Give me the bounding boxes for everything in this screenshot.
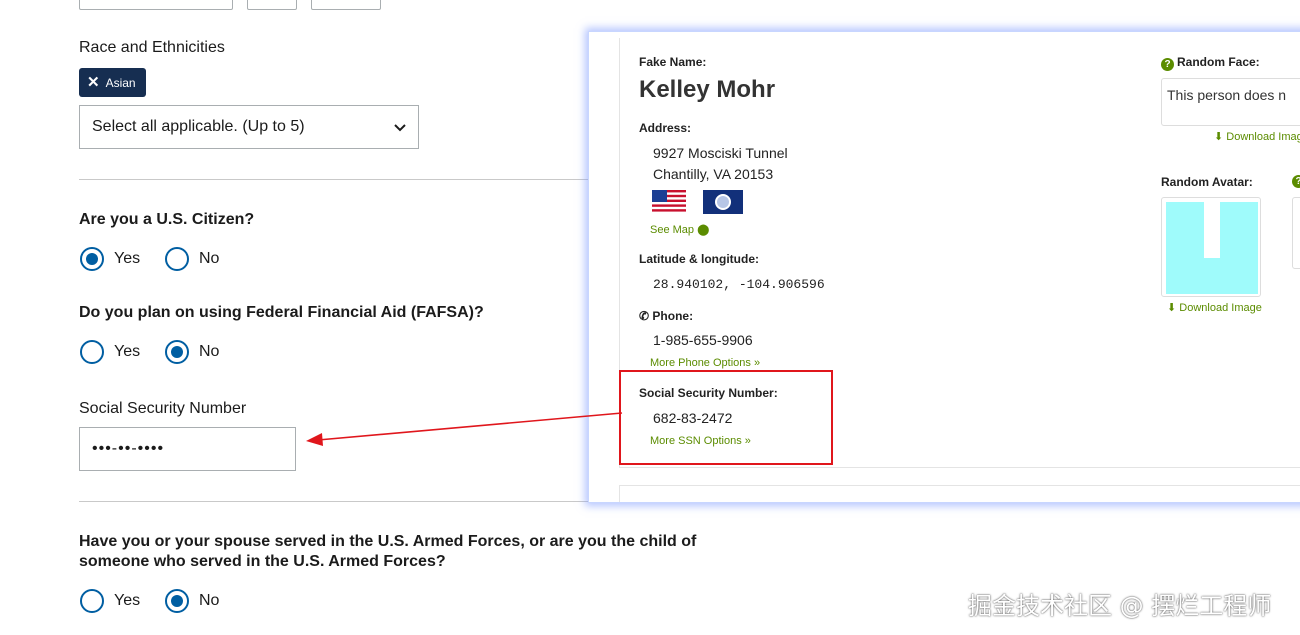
- armed-forces-question: Have you or your spouse served in the U.…: [79, 533, 697, 570]
- select-value: Select all applicable. (Up to 5): [92, 118, 305, 135]
- radio-circle: [80, 340, 104, 364]
- citizen-yes-radio[interactable]: Yes: [80, 247, 140, 271]
- armed-no-radio[interactable]: No: [165, 589, 219, 613]
- fafsa-yes-radio[interactable]: Yes: [80, 340, 140, 364]
- ssn-input[interactable]: •••-••-••••: [79, 427, 296, 471]
- panel-ssn-label: Social Security Number:: [639, 386, 778, 400]
- second-avatar-image: [1292, 197, 1300, 269]
- random-avatar-label: Random Avatar:: [1161, 175, 1253, 189]
- top-input-2[interactable]: [247, 0, 297, 10]
- help-icon[interactable]: ?: [1292, 175, 1300, 188]
- fafsa-question: Do you plan on using Federal Financial A…: [79, 304, 484, 321]
- phone-value: 1-985-655-9906: [653, 332, 753, 348]
- download-avatar-link[interactable]: ⬇ Download Image: [1167, 301, 1262, 314]
- avatar-notch: [1204, 202, 1220, 258]
- phone-icon: ✆: [639, 309, 650, 323]
- radio-circle: [165, 247, 189, 271]
- remove-chip-icon[interactable]: ✕: [87, 75, 100, 90]
- radio-circle: [80, 247, 104, 271]
- race-select[interactable]: Select all applicable. (Up to 5): [79, 105, 419, 149]
- radio-label: No: [199, 343, 220, 360]
- fake-name: Kelley Mohr: [639, 76, 776, 103]
- address-line2: Chantilly, VA 20153: [653, 166, 774, 182]
- race-label: Race and Ethnicities: [79, 39, 225, 56]
- armed-yes-radio[interactable]: Yes: [80, 589, 140, 613]
- phone-label: ✆ Phone:: [639, 309, 694, 323]
- latlng-value: 28.940102, -104.906596: [653, 277, 825, 292]
- download-face-link[interactable]: ⬇ Download Image: [1214, 130, 1300, 143]
- more-ssn-link[interactable]: More SSN Options »: [650, 435, 751, 447]
- divider: [79, 179, 589, 180]
- virginia-flag-icon: [703, 190, 743, 214]
- radio-circle: [165, 340, 189, 364]
- panel-lower-card: [619, 485, 1300, 502]
- address-label: Address:: [639, 121, 692, 135]
- broken-image-alt: This person does n: [1167, 87, 1287, 103]
- top-input-3[interactable]: [311, 0, 381, 10]
- radio-label: Yes: [114, 343, 141, 360]
- help-icon[interactable]: ?: [1161, 58, 1174, 71]
- more-phone-link[interactable]: More Phone Options »: [650, 357, 760, 369]
- radio-circle: [165, 589, 189, 613]
- fafsa-no-radio[interactable]: No: [165, 340, 219, 364]
- radio-label: Yes: [114, 250, 141, 267]
- chip-label: Asian: [105, 75, 136, 90]
- address-line1: 9927 Mosciski Tunnel: [653, 145, 788, 161]
- asian-chip[interactable]: ✕ Asian: [79, 68, 146, 97]
- radio-label: No: [199, 592, 220, 609]
- radio-circle: [80, 589, 104, 613]
- us-flag-icon: [652, 190, 686, 214]
- watermark: 掘金技术社区 @ 摆烂工程师: [968, 592, 1272, 620]
- panel-ssn-value: 682-83-2472: [653, 410, 733, 426]
- radio-label: No: [199, 250, 220, 267]
- citizen-question: Are you a U.S. Citizen?: [79, 211, 255, 228]
- top-input-1[interactable]: [79, 0, 233, 10]
- fake-identity-panel: Fake Name: Kelley Mohr Address: 9927 Mos…: [588, 31, 1300, 503]
- fake-name-label: Fake Name:: [639, 55, 707, 69]
- citizen-no-radio[interactable]: No: [165, 247, 219, 271]
- random-face-image: This person does n: [1161, 78, 1300, 126]
- latlng-label: Latitude & longitude:: [639, 252, 759, 266]
- see-map-link[interactable]: See Map ⬤: [650, 223, 709, 236]
- map-marker-icon: ⬤: [697, 224, 710, 236]
- random-avatar-image: [1161, 197, 1261, 297]
- random-face-label: ? Random Face:: [1161, 55, 1260, 71]
- divider: [79, 501, 589, 502]
- radio-label: Yes: [114, 592, 141, 609]
- chevron-down-icon: [394, 124, 406, 132]
- ssn-label: Social Security Number: [79, 400, 247, 417]
